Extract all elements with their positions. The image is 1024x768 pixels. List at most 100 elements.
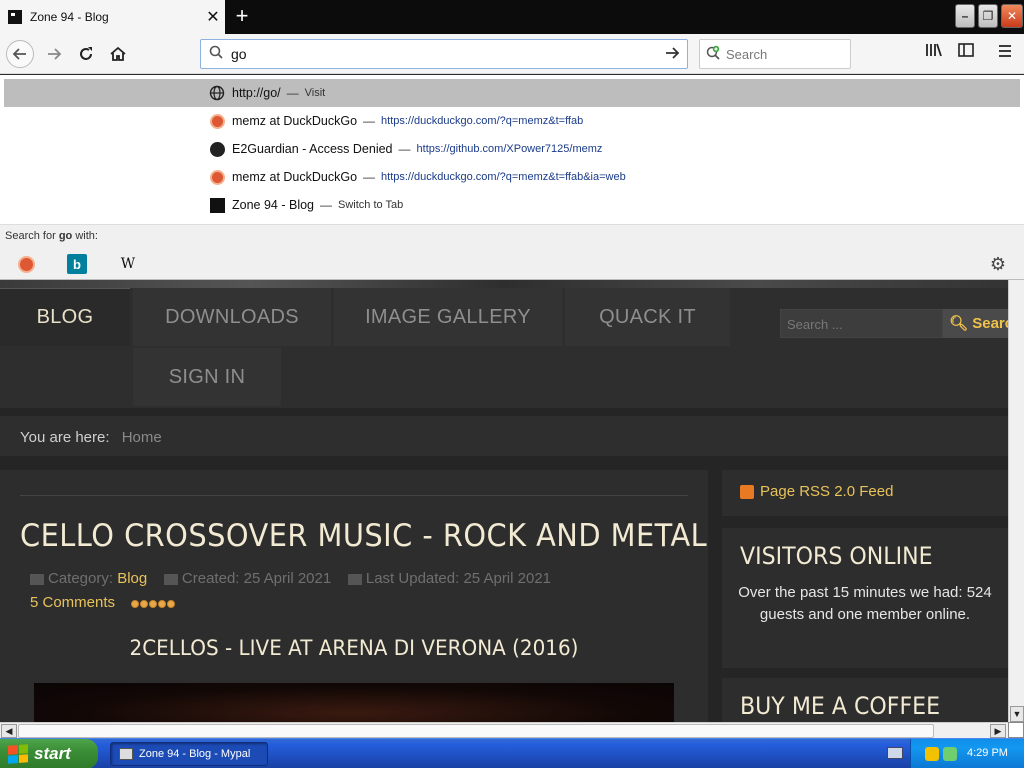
go-arrow-icon[interactable] <box>659 44 687 65</box>
autocomplete-item[interactable]: E2Guardian - Access Denied — https://git… <box>4 135 1020 163</box>
site-search-input[interactable]: Search ... <box>780 309 943 338</box>
navigation-bar: go Search <box>0 34 1024 74</box>
separator: — <box>363 114 376 128</box>
github-icon <box>208 140 226 158</box>
scrollbar-corner <box>1008 722 1024 738</box>
url-input[interactable]: go <box>231 46 659 62</box>
zone94-favicon-icon <box>8 10 22 24</box>
autocomplete-title: Zone 94 - Blog <box>232 198 314 212</box>
back-button[interactable] <box>6 40 34 68</box>
autocomplete-action: Visit <box>304 87 326 99</box>
separator: — <box>398 142 411 156</box>
search-icon <box>201 45 231 63</box>
divider <box>20 495 688 496</box>
breadcrumb-home-link[interactable]: Home <box>122 429 162 446</box>
vertical-scrollbar[interactable]: ▼ <box>1008 280 1024 722</box>
tab-bar: Zone 94 - Blog ✕ + – ❐ ✕ <box>0 0 1024 34</box>
autocomplete-item[interactable]: http://go/ — Visit <box>4 79 1020 107</box>
back-arrow-icon <box>12 48 26 60</box>
duckduckgo-icon <box>208 168 226 186</box>
library-icon[interactable] <box>921 42 947 66</box>
menu-item-quack-it[interactable]: QUACK IT <box>565 288 730 346</box>
hamburger-menu-icon[interactable] <box>992 42 1018 66</box>
duckduckgo-icon[interactable] <box>16 254 36 274</box>
new-tab-button[interactable]: + <box>228 2 256 30</box>
browser-window-icon <box>119 748 133 760</box>
autocomplete-url: https://github.com/XPower7125/memz <box>416 143 603 155</box>
breadcrumb: You are here: Home <box>0 416 1008 456</box>
zone94-icon <box>208 196 226 214</box>
updated-date: Last Updated: 25 April 2021 <box>365 570 552 587</box>
buy-me-coffee-module: BUY ME A COFFEE <box>722 678 1008 722</box>
window-close-button[interactable]: ✕ <box>1001 4 1023 28</box>
video-title: 2CELLOS - LIVE AT ARENA DI VERONA (2016) <box>129 636 579 660</box>
autocomplete-item[interactable]: Zone 94 - Blog — Switch to Tab <box>4 191 1020 219</box>
visitors-online-module: VISITORS ONLINE Over the past 15 minutes… <box>722 528 1008 668</box>
search-icon: 🔍︎ <box>949 315 969 332</box>
scroll-left-arrow-icon[interactable]: ◀ <box>1 724 17 738</box>
one-off-search-engines: b W ⚙ <box>0 248 1024 280</box>
scroll-right-arrow-icon[interactable]: ▶ <box>990 724 1006 738</box>
calendar-icon <box>163 573 178 585</box>
tab-close-icon[interactable]: ✕ <box>201 7 225 27</box>
sidebar-toggle-icon[interactable] <box>953 42 979 66</box>
comments-link[interactable]: 5 Comments <box>30 594 115 611</box>
horizontal-scrollbar[interactable]: ◀ ▶ <box>0 722 1008 738</box>
duckduckgo-icon <box>208 112 226 130</box>
article-title[interactable]: CELLO CROSSOVER MUSIC - ROCK AND METAL <box>20 518 707 554</box>
star-icon <box>149 599 158 608</box>
autocomplete-url: https://duckduckgo.com/?q=memz&t=ffab <box>381 115 584 127</box>
created-date: Created: 25 April 2021 <box>181 570 332 587</box>
restore-button[interactable]: ❐ <box>978 4 998 28</box>
security-shield-icon[interactable] <box>925 747 939 761</box>
site-search-button[interactable]: 🔍︎ Search <box>943 309 1008 338</box>
reload-button[interactable] <box>72 40 100 68</box>
tab-title: Zone 94 - Blog <box>30 10 109 24</box>
windows-logo-icon <box>8 744 28 764</box>
rating-stars[interactable] <box>131 595 176 612</box>
search-engine-icon <box>700 45 726 64</box>
autocomplete-item[interactable]: memz at DuckDuckGo — https://duckduckgo.… <box>4 107 1020 135</box>
network-icon[interactable] <box>943 747 957 761</box>
menu-item-blog[interactable]: BLOG <box>0 288 130 346</box>
taskbar-item-mypal[interactable]: Zone 94 - Blog - Mypal <box>110 742 268 766</box>
globe-icon <box>208 84 226 102</box>
visitors-title: VISITORS ONLINE <box>740 542 933 570</box>
rss-feed-link[interactable]: Page RSS 2.0 Feed <box>722 470 1008 516</box>
autocomplete-item[interactable]: memz at DuckDuckGo — https://duckduckgo.… <box>4 163 1020 191</box>
coffee-title: BUY ME A COFFEE <box>740 692 941 720</box>
minimize-button[interactable]: – <box>955 4 975 28</box>
autocomplete-url: https://duckduckgo.com/?q=memz&t=ffab&ia… <box>381 171 626 183</box>
gear-icon[interactable]: ⚙ <box>988 254 1008 274</box>
video-embed[interactable] <box>34 683 674 722</box>
web-page: BLOG DOWNLOADS IMAGE GALLERY QUACK IT SI… <box>0 280 1008 722</box>
menu-item-sign-in[interactable]: SIGN IN <box>133 348 281 406</box>
taskbar: start Zone 94 - Blog - Mypal 4:29 PM <box>0 738 1024 768</box>
star-icon <box>167 599 176 608</box>
visitors-text: Over the past 15 minutes we had: 524 gue… <box>738 584 992 623</box>
scrollbar-thumb[interactable] <box>18 724 934 738</box>
site-menu: BLOG DOWNLOADS IMAGE GALLERY QUACK IT SI… <box>0 288 1008 408</box>
clock[interactable]: 4:29 PM <box>967 747 1008 759</box>
article-meta: Category: Blog Created: 25 April 2021 La… <box>30 570 551 587</box>
start-button[interactable]: start <box>0 739 98 768</box>
menu-item-image-gallery[interactable]: IMAGE GALLERY <box>334 288 562 346</box>
wikipedia-icon[interactable]: W <box>118 254 138 274</box>
menu-item-downloads[interactable]: DOWNLOADS <box>133 288 331 346</box>
article-meta-comments: 5 Comments <box>30 594 176 612</box>
keyboard-icon[interactable] <box>887 747 903 759</box>
scroll-down-arrow-icon[interactable]: ▼ <box>1010 706 1024 722</box>
star-icon <box>131 599 140 608</box>
bing-icon[interactable]: b <box>67 254 87 274</box>
system-tray: 4:29 PM <box>910 739 1024 768</box>
forward-button[interactable] <box>40 40 68 68</box>
calendar-icon <box>347 573 362 585</box>
category-link[interactable]: Blog <box>117 570 147 587</box>
breadcrumb-label: You are here: <box>20 429 110 446</box>
autocomplete-title: memz at DuckDuckGo <box>232 114 358 128</box>
url-bar[interactable]: go <box>200 39 688 69</box>
search-bar[interactable]: Search <box>699 39 851 69</box>
tab-zone94-blog[interactable]: Zone 94 - Blog ✕ <box>0 0 225 34</box>
reload-icon <box>80 47 92 60</box>
home-button[interactable] <box>104 40 132 68</box>
